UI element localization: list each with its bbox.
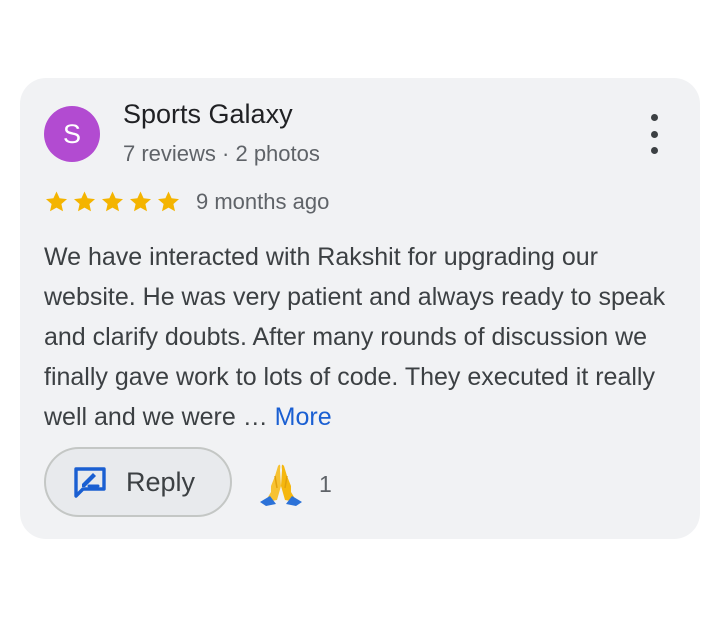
reply-label: Reply — [126, 466, 196, 497]
reply-comment-icon — [74, 467, 106, 498]
more-vertical-icon — [650, 114, 658, 121]
avatar[interactable]: S — [44, 106, 100, 162]
reviewer-meta: 7 reviews · 2 photos — [123, 141, 320, 166]
star-icon — [46, 191, 67, 212]
more-vertical-icon-dot — [650, 130, 658, 138]
review-ellipsis: … — [242, 403, 268, 431]
reviewer-name[interactable]: Sports Galaxy — [123, 99, 293, 130]
avatar-letter: S — [62, 118, 81, 149]
review-time: 9 months ago — [196, 189, 330, 214]
review-text: We have interacted with Rakshit for upgr… — [44, 237, 684, 437]
star-rating — [44, 190, 184, 214]
star-icon — [74, 191, 95, 212]
more-vertical-icon-dot — [650, 147, 658, 154]
reaction-button[interactable]: 1 — [257, 462, 332, 506]
more-link[interactable]: More — [275, 403, 332, 431]
star-icon — [158, 191, 179, 212]
reply-button[interactable]: Reply — [44, 447, 232, 517]
folded-hands-icon — [260, 464, 302, 506]
rating-row: 9 months ago — [44, 188, 329, 216]
reaction-count: 1 — [319, 470, 332, 497]
more-options-button[interactable] — [640, 114, 668, 154]
review-card: S Sports Galaxy 7 reviews · 2 photos 9 m… — [20, 78, 700, 539]
review-body: We have interacted with Rakshit for upgr… — [44, 243, 666, 431]
star-icon — [130, 191, 151, 212]
star-icon — [102, 191, 123, 212]
